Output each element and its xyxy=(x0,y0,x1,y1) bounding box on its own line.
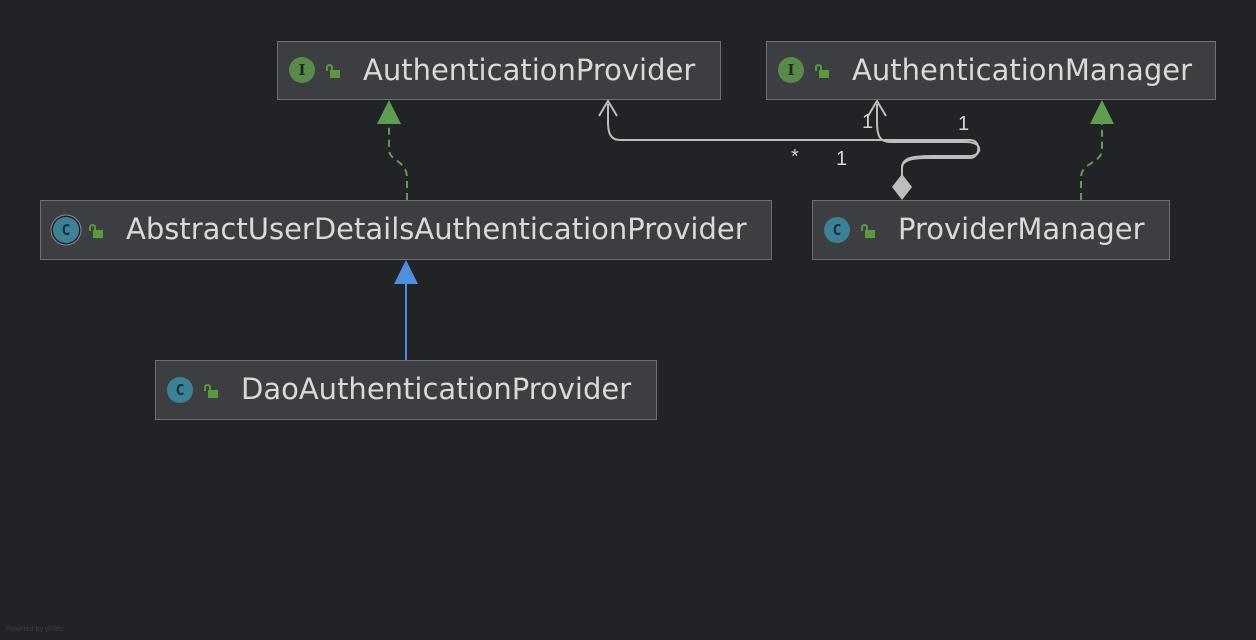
class-name: AbstractUserDetailsAuthenticationProvide… xyxy=(126,212,747,246)
abstract-class-icon: C xyxy=(53,217,79,243)
public-lock-icon xyxy=(204,384,218,398)
public-lock-icon xyxy=(89,224,103,238)
realization-arrowhead xyxy=(377,100,401,124)
interface-icon: I xyxy=(778,57,804,83)
node-authentication-manager[interactable]: I AuthenticationManager xyxy=(766,41,1216,100)
node-abstract-user-details-authentication-provider[interactable]: C AbstractUserDetailsAuthenticationProvi… xyxy=(40,200,772,260)
uml-class-diagram: * 1 1 1 I AuthenticationProvider I Authe… xyxy=(0,0,1256,640)
public-lock-icon xyxy=(815,64,829,78)
public-lock-icon xyxy=(861,224,875,238)
public-lock-icon xyxy=(326,64,340,78)
class-icon: C xyxy=(824,217,850,243)
edge-realization-abstract-to-authentication-provider xyxy=(388,122,408,200)
node-provider-manager[interactable]: C ProviderManager xyxy=(812,200,1170,260)
footer-credit: Powered by yFiles xyxy=(6,626,64,633)
class-name: ProviderManager xyxy=(898,212,1145,246)
edge-realization-provider-manager-to-authentication-manager xyxy=(1080,122,1103,200)
realization-arrowhead xyxy=(1090,100,1114,124)
multiplicity-one: 1 xyxy=(862,111,874,133)
generalization-arrowhead xyxy=(394,260,418,284)
node-authentication-provider[interactable]: I AuthenticationProvider xyxy=(277,41,721,100)
multiplicity-one: 1 xyxy=(836,148,848,170)
aggregation-diamond xyxy=(892,174,912,200)
interface-icon: I xyxy=(289,57,315,83)
multiplicity-one: 1 xyxy=(958,113,970,135)
class-name: DaoAuthenticationProvider xyxy=(241,372,632,406)
node-dao-authentication-provider[interactable]: C DaoAuthenticationProvider xyxy=(155,360,657,420)
multiplicity-star: * xyxy=(791,146,799,168)
class-icon: C xyxy=(167,377,193,403)
class-name: AuthenticationProvider xyxy=(363,53,696,87)
class-name: AuthenticationManager xyxy=(852,53,1192,87)
